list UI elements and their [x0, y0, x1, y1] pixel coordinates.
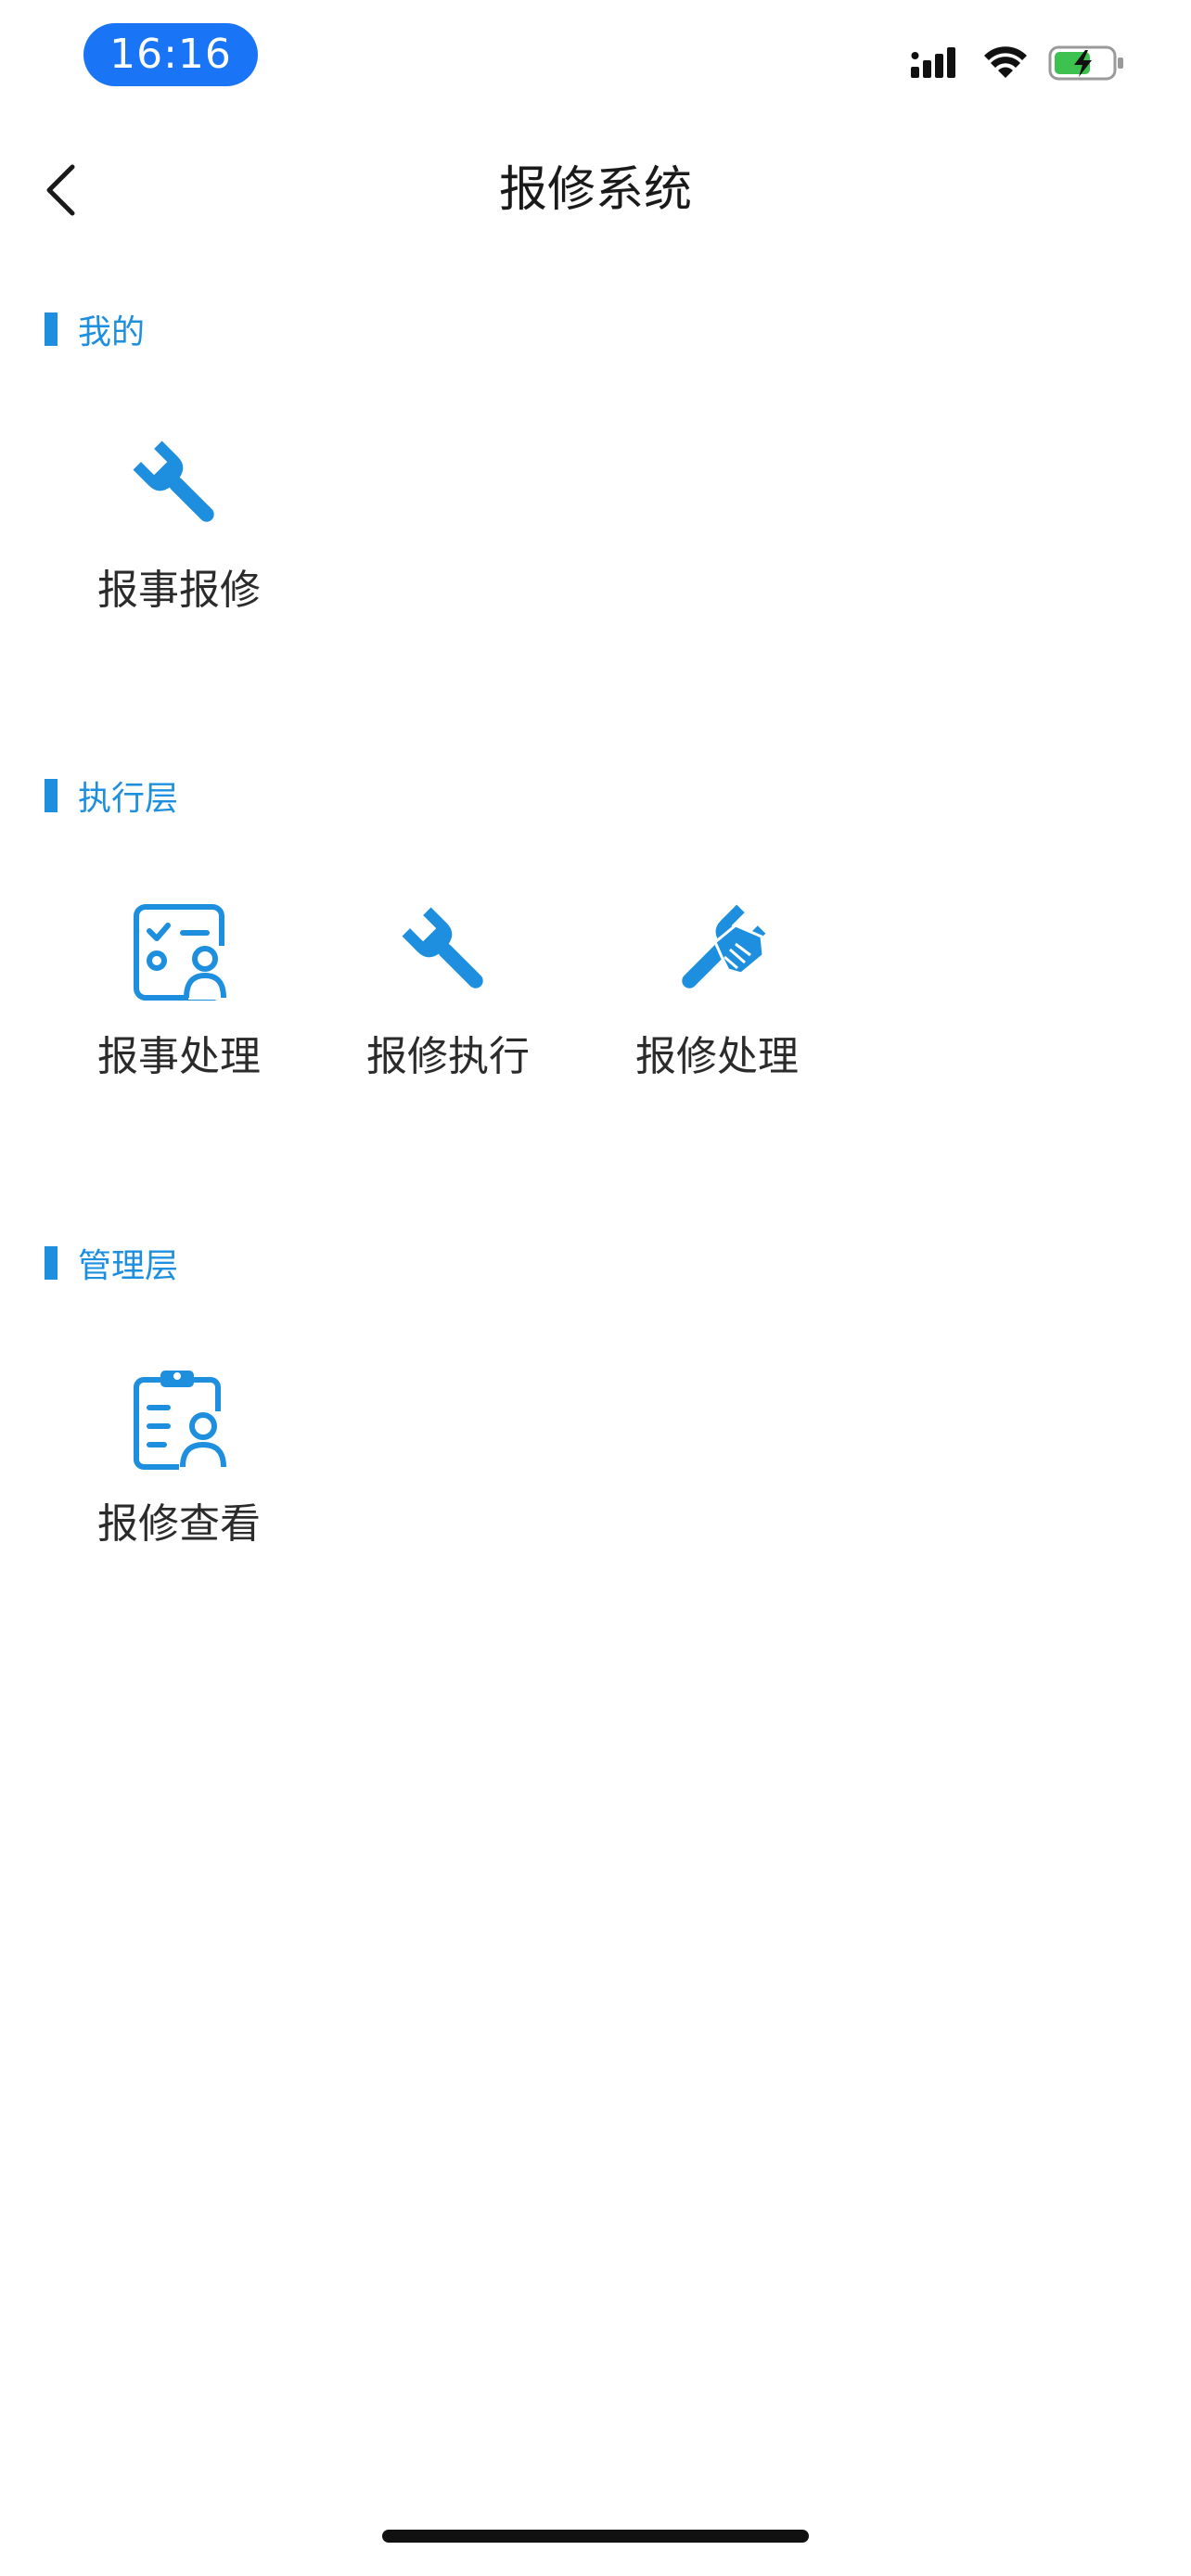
section-title: 我的 — [78, 313, 146, 351]
status-bar: 16:16 — [0, 0, 1191, 111]
section-header-management: 管理层 — [45, 1235, 178, 1291]
section-accent-bar — [45, 779, 58, 812]
section-accent-bar — [45, 1246, 58, 1280]
tile-repair-handling[interactable]: 报修处理 — [583, 898, 852, 1129]
tile-label: 报修查看 — [97, 1500, 261, 1548]
status-time: 16:16 — [83, 23, 258, 86]
tile-repair-view[interactable]: 报修查看 — [45, 1365, 314, 1597]
section-header-mine: 我的 — [45, 301, 145, 357]
wrench-hand-icon — [682, 904, 766, 988]
home-indicator[interactable] — [382, 2530, 809, 2543]
status-icons — [911, 39, 1126, 87]
tile-label: 报修处理 — [635, 1033, 799, 1080]
tile-repair-execution[interactable]: 报修执行 — [314, 898, 583, 1129]
wifi-icon — [984, 46, 1027, 78]
wrench-icon — [133, 440, 214, 522]
clipboard-person-icon — [134, 1371, 226, 1471]
tile-incident-handling[interactable]: 报事处理 — [45, 898, 314, 1129]
section-title: 执行层 — [78, 780, 179, 818]
section-title: 管理层 — [78, 1247, 179, 1285]
nav-bar: 报修系统 — [0, 139, 1191, 241]
tile-label: 报事报修 — [97, 567, 261, 614]
tile-label: 报修执行 — [366, 1033, 530, 1080]
section-accent-bar — [45, 312, 58, 346]
battery-charging-icon — [1048, 45, 1123, 81]
section-header-execution: 执行层 — [45, 768, 178, 823]
page-title: 报修系统 — [498, 162, 692, 218]
cellular-signal-icon — [911, 47, 955, 78]
tile-label: 报事处理 — [97, 1033, 261, 1080]
wrench-icon — [402, 907, 483, 988]
tile-report-repair[interactable]: 报事报修 — [45, 431, 314, 663]
task-checklist-person-icon — [134, 904, 226, 1001]
